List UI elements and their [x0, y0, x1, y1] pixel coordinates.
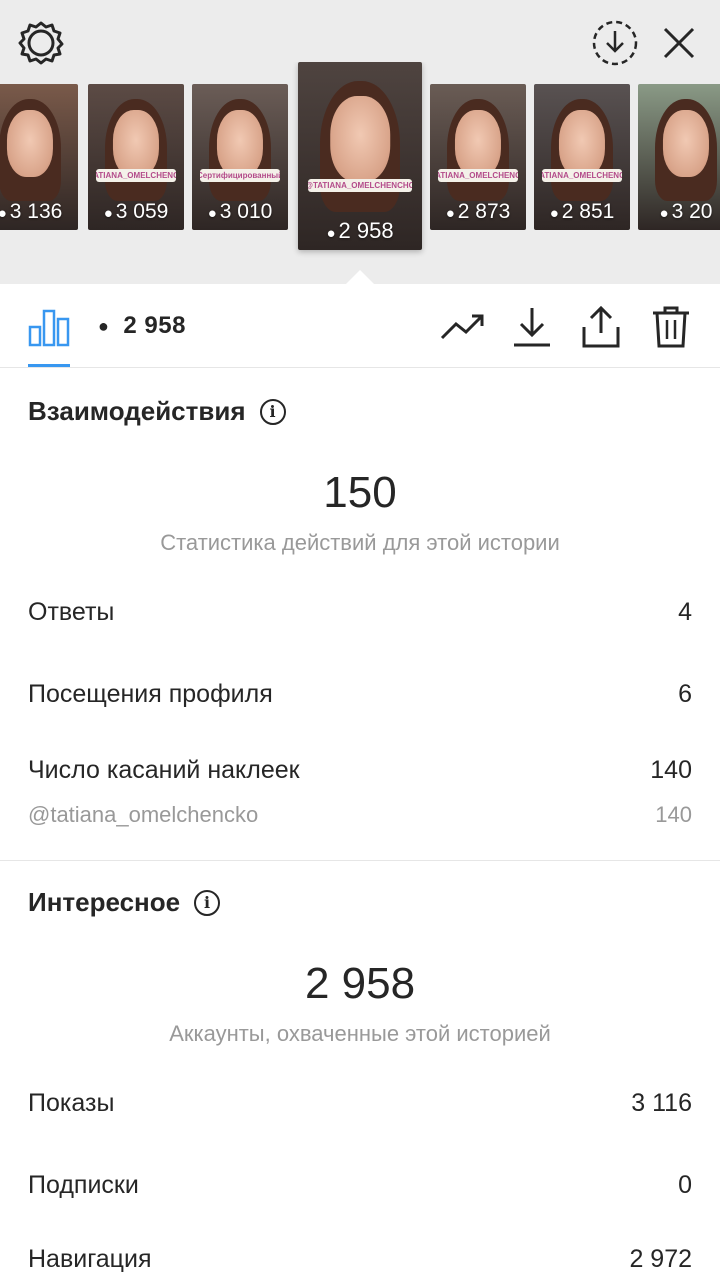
interactions-title: Взаимодействия i: [28, 396, 286, 427]
interactions-title-text: Взаимодействия: [28, 396, 246, 426]
discovery-title: Интересное i: [28, 887, 221, 918]
thumbnail-views: ● 3 136: [0, 200, 78, 224]
info-icon[interactable]: i: [259, 398, 286, 425]
stat-label: Подписки: [28, 1171, 139, 1199]
thumbnail-face: [558, 110, 606, 178]
stat-row-profile-visits: Посещения профиля 6: [28, 680, 692, 709]
view-count-value: 2 958: [123, 312, 186, 339]
stat-row-impressions: Показы 3 116: [28, 1089, 692, 1118]
discovery-section: Интересное i 2 958 Аккаунты, охваченные …: [0, 861, 720, 1280]
story-thumbnail[interactable]: @TATIANA_OMELCHENCHO ●3 059: [88, 84, 184, 230]
thumbnail-sticker: @TATIANA_OMELCHENCHO: [307, 178, 413, 192]
stat-label: @tatiana_omelchencko: [28, 802, 259, 827]
thumbnail-views: ● 2 851: [534, 200, 630, 224]
stat-value: 2 972: [629, 1245, 692, 1273]
thumbnail-face: [112, 110, 160, 178]
stat-row-follows: Подписки 0: [28, 1171, 692, 1200]
stat-value: 140: [650, 756, 692, 784]
stat-value: 3 116: [631, 1089, 692, 1117]
eye-icon: ●: [659, 205, 669, 222]
share-icon[interactable]: [580, 304, 622, 350]
thumbnail-views-value: 2 851: [561, 200, 615, 223]
gear-icon[interactable]: [18, 20, 64, 66]
thumbnail-sticker: @TATIANA_OMELCHENCHO: [437, 168, 519, 182]
trend-icon[interactable]: [440, 304, 486, 350]
trash-icon[interactable]: [650, 304, 692, 350]
thumbnail-views: ● 3 010: [192, 200, 288, 224]
story-thumbnail[interactable]: @TATIANA_OMELCHENCHO ● 2 958: [298, 62, 422, 250]
discovery-caption: Аккаунты, охваченные этой историей: [169, 1021, 551, 1046]
stat-row-replies: Ответы 4: [28, 598, 692, 627]
thumbnail-face: [330, 95, 390, 183]
stat-value: 140: [655, 802, 692, 827]
stat-label: Показы: [28, 1089, 115, 1117]
stat-value: 6: [678, 680, 692, 708]
thumbnail-sticker: Сертифицированный: [199, 168, 281, 182]
thumbnail-face: [454, 110, 502, 178]
story-thumbnails: ●3 136@TATIANA_OMELCHENCHO●3 059Сертифиц…: [0, 62, 720, 262]
thumbnail-face: [662, 110, 710, 178]
interactions-caption: Статистика действий для этой истории: [160, 530, 560, 555]
stat-row-sticker-mention: @tatiana_omelchencko 140: [28, 802, 692, 828]
thumbnail-views: ● 2 958: [298, 218, 422, 244]
eye-icon: ●: [326, 225, 336, 242]
story-thumbnail[interactable]: ● 3 20: [638, 84, 720, 230]
bar-chart-icon[interactable]: [28, 304, 70, 350]
active-tab-indicator: [28, 364, 70, 367]
stat-row-navigation: Навигация 2 972: [28, 1245, 692, 1274]
stat-label: Посещения профиля: [28, 680, 273, 708]
stat-label: Число касаний наклеек: [28, 756, 300, 784]
eye-icon: ●: [549, 205, 559, 222]
close-icon[interactable]: [656, 20, 702, 66]
story-strip: ●3 136@TATIANA_OMELCHENCHO●3 059Сертифиц…: [0, 0, 720, 284]
eye-icon: ●: [207, 205, 217, 222]
discovery-total: 2 958: [304, 959, 416, 1008]
thumbnail-views: ● 2 873: [430, 200, 526, 224]
thumbnail-sticker: @TATIANA_OMELCHENCHO: [95, 168, 177, 182]
thumbnail-views-value: 3 136: [9, 200, 63, 223]
download-icon[interactable]: [512, 304, 552, 350]
thumbnail-views-value: 3 010: [219, 200, 273, 223]
thumbnail-views-value: 2 873: [457, 200, 511, 223]
thumbnail-views-value: 3 059: [115, 200, 169, 223]
interactions-section: Взаимодействия i 150 Статистика действий…: [0, 368, 720, 860]
thumbnail-views-value: 2 958: [338, 218, 394, 243]
stat-value: 4: [678, 598, 692, 626]
story-thumbnail[interactable]: ● 3 136: [0, 84, 78, 230]
stat-label: Навигация: [28, 1245, 152, 1273]
eye-icon: ●: [98, 315, 110, 336]
thumbnail-sticker: @TATIANA_OMELCHENCHO: [541, 168, 623, 182]
eye-icon: ●: [0, 205, 7, 222]
thumbnail-views: ● 3 20: [638, 200, 720, 224]
thumbnail-views: ● 3 059: [88, 200, 184, 224]
story-thumbnail[interactable]: @TATIANA_OMELCHENCHO ●2 851: [534, 84, 630, 230]
discovery-title-text: Интересное: [28, 887, 181, 917]
interactions-total: 150: [323, 468, 397, 517]
info-icon[interactable]: i: [194, 889, 221, 916]
stat-value: 0: [678, 1171, 692, 1199]
view-count: ● 2 958: [98, 312, 186, 340]
story-thumbnail[interactable]: @TATIANA_OMELCHENCHO ●2 873: [430, 84, 526, 230]
insights-toolbar: ● 2 958: [0, 284, 720, 368]
eye-icon: ●: [445, 205, 455, 222]
thumbnail-face: [216, 110, 264, 178]
story-thumbnail[interactable]: Сертифицированный ● 3 010: [192, 84, 288, 230]
eye-icon: ●: [103, 205, 113, 222]
thumbnail-face: [6, 110, 54, 178]
thumbnail-views-value: 3 20: [671, 200, 713, 223]
download-circle-icon[interactable]: [590, 18, 640, 68]
stat-label: Ответы: [28, 598, 115, 626]
stat-row-sticker-taps: Число касаний наклеек 140: [28, 756, 692, 785]
